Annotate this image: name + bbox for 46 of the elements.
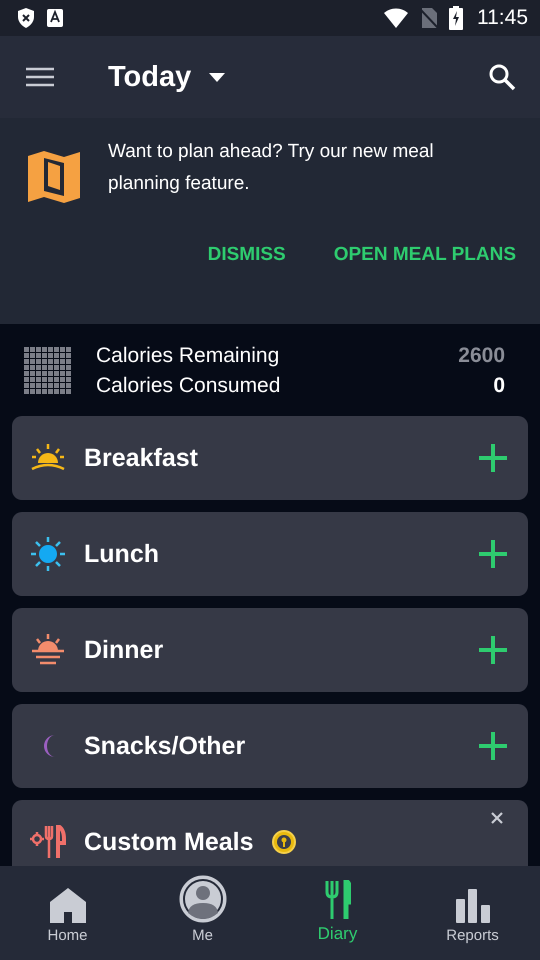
close-icon[interactable] [491,812,503,824]
caret-icon [209,72,226,82]
add-icon[interactable] [478,635,508,665]
banner-action-button[interactable]: DISMISS [208,244,286,266]
sunrise-icon [30,443,66,473]
meal-card[interactable]: Snacks/Other [12,704,528,788]
nav-tab[interactable]: Me [135,866,270,960]
nav-tab[interactable]: Reports [405,866,540,960]
avatar-icon [178,875,226,923]
add-icon[interactable] [478,539,508,569]
battery-charging-icon [449,6,463,30]
calorie-grid-icon [24,347,72,395]
menu-icon[interactable] [26,67,54,87]
meal-name: Snacks/Other [84,732,246,760]
sunset-icon [30,633,66,667]
utensils-gear-icon [30,825,66,859]
calorie-label: Calories Remaining [96,344,280,368]
meal-name: Dinner [84,636,164,664]
bar-chart-icon [456,889,490,923]
status-time: 11:45 [477,6,528,30]
add-icon[interactable] [478,731,508,761]
search-icon[interactable] [488,63,516,91]
map-icon [26,150,82,204]
nav-tab[interactable]: Diary [270,866,405,960]
banner-action-button[interactable]: OPEN MEAL PLANS [334,244,516,266]
sun-icon [30,536,66,572]
date-dropdown[interactable]: Today [108,60,226,94]
no-sim-icon [419,7,439,29]
utensils-icon [324,880,350,920]
meal-card[interactable]: Lunch [12,512,528,596]
custom-meals-card[interactable]: Custom Meals [12,800,528,866]
nav-tab[interactable]: Home [0,866,135,960]
meal-name: Lunch [84,540,159,568]
home-icon [48,887,86,923]
banner-message: Want to plan ahead? Try our new meal planning feature. [108,140,435,196]
wifi-icon [383,7,409,29]
calorie-value: 2600 [458,344,505,368]
text-icon [46,8,64,28]
calorie-label: Calories Consumed [96,374,280,398]
meal-card[interactable]: Dinner [12,608,528,692]
shield-icon [16,7,36,29]
calorie-value: 0 [493,374,505,398]
meal-name: Custom Meals [84,828,254,856]
meal-card[interactable]: Breakfast [12,416,528,500]
add-icon[interactable] [478,443,508,473]
meal-name: Breakfast [84,444,198,472]
